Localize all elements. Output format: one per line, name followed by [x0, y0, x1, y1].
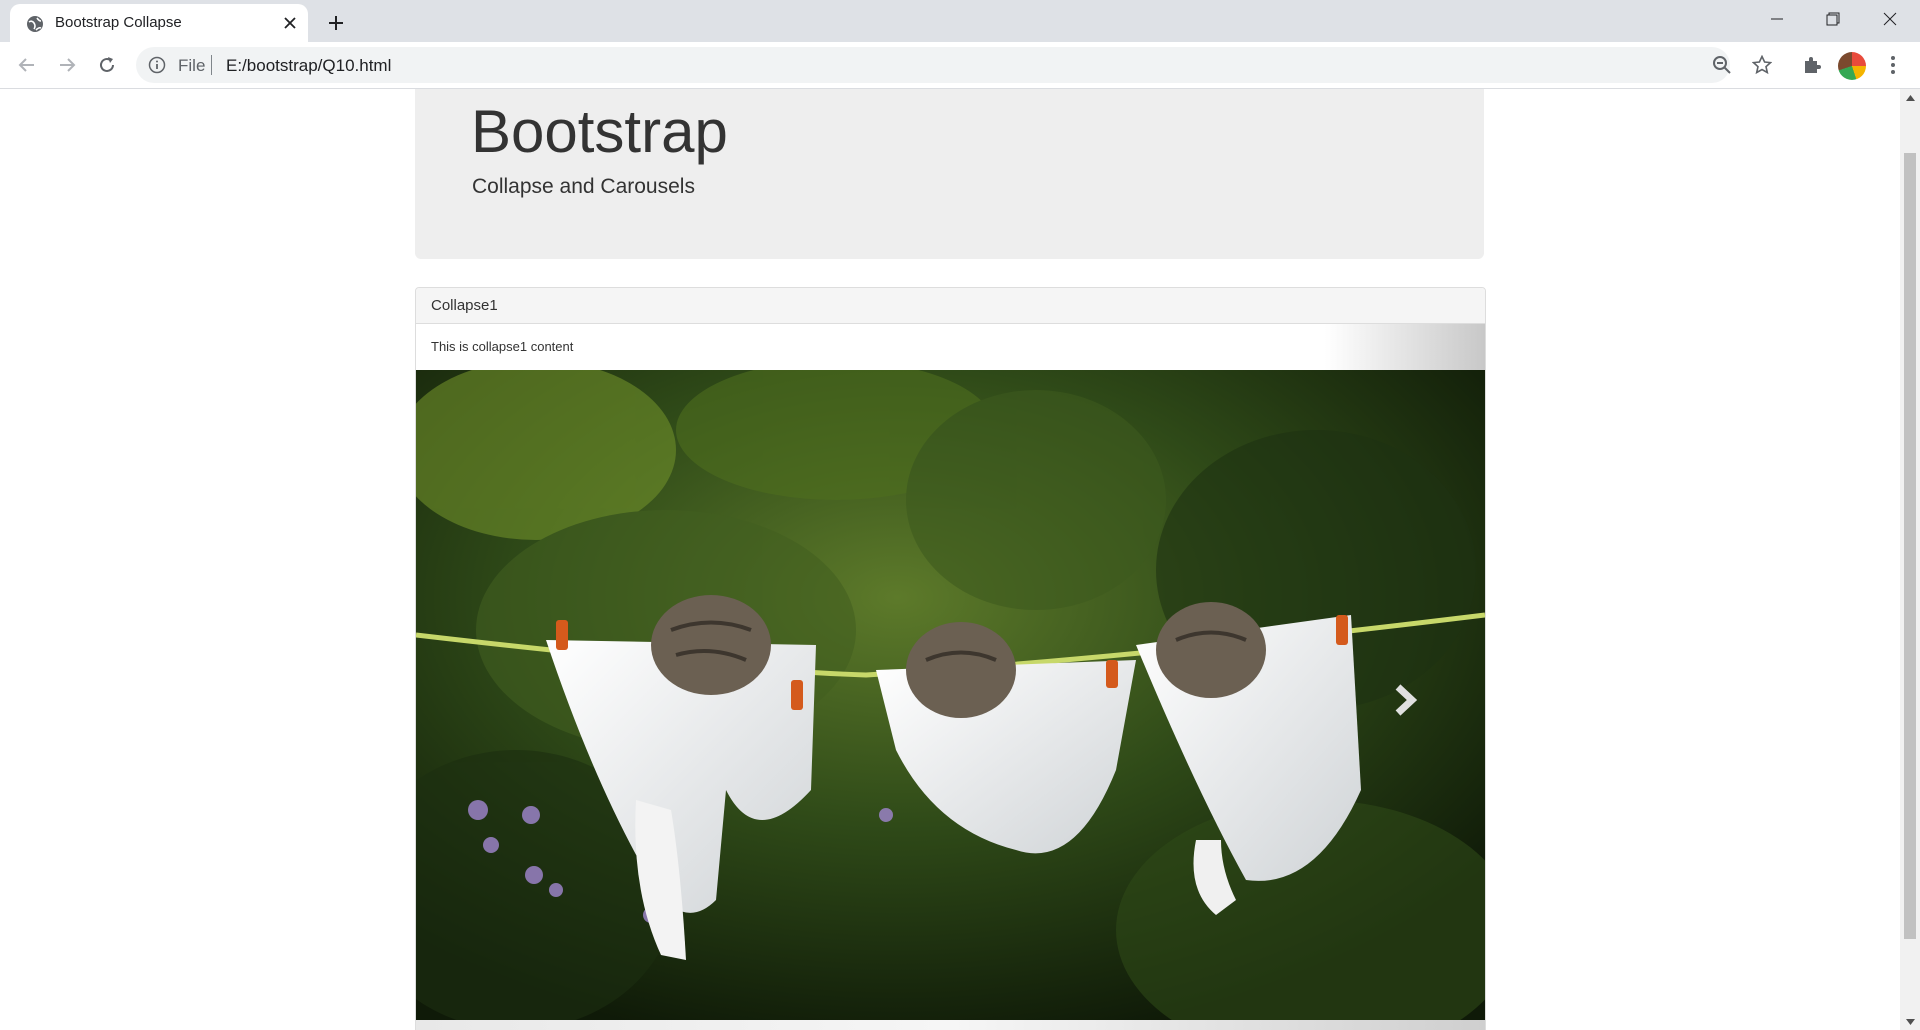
jumbotron: Bootstrap Collapse and Carousels [415, 89, 1484, 259]
carousel [416, 370, 1485, 1020]
profile-avatar[interactable] [1838, 52, 1866, 80]
panel-body: This is collapse1 content [416, 324, 1485, 370]
reload-icon [100, 57, 114, 72]
forward-icon [60, 58, 76, 72]
restore-icon [1826, 12, 1840, 26]
page-subtitle: Collapse and Carousels [472, 175, 695, 198]
panel-heading[interactable]: Collapse1 [416, 288, 1485, 324]
scroll-down-arrow-icon[interactable] [1900, 1013, 1920, 1030]
url-text[interactable]: E:/bootstrap/Q10.html [226, 56, 391, 76]
plus-icon [329, 16, 343, 30]
extensions-icon[interactable] [1796, 49, 1828, 81]
new-tab-button[interactable] [322, 9, 350, 37]
kittens-image [416, 370, 1485, 1020]
star-icon[interactable] [1746, 49, 1778, 81]
globe-icon [26, 15, 44, 33]
scroll-up-arrow-icon[interactable] [1900, 89, 1920, 106]
vertical-scrollbar[interactable] [1900, 89, 1920, 1030]
tab-title: Bootstrap Collapse [55, 14, 182, 31]
reload-button[interactable] [91, 49, 123, 81]
browser-toolbar: File E:/bootstrap/Q10.html [0, 42, 1920, 89]
close-window-icon [1883, 12, 1897, 26]
chevron-right-icon [1395, 684, 1418, 716]
page-title: Bootstrap [471, 98, 728, 165]
collapse-panel: Collapse1 This is collapse1 content [415, 287, 1486, 1030]
url-separator [211, 55, 212, 75]
minimize-button[interactable] [1749, 0, 1805, 38]
back-icon [18, 58, 34, 72]
active-tab[interactable]: Bootstrap Collapse [10, 4, 308, 42]
minimize-icon [1771, 18, 1783, 20]
carousel-next-button[interactable] [1385, 670, 1425, 730]
close-window-button[interactable] [1862, 0, 1918, 38]
menu-icon[interactable] [1877, 49, 1909, 81]
address-bar[interactable]: File E:/bootstrap/Q10.html [136, 47, 1730, 83]
carousel-footer-strip [416, 1020, 1485, 1030]
panel-content-text: This is collapse1 content [431, 339, 574, 354]
forward-button[interactable] [51, 49, 83, 81]
zoom-icon[interactable] [1706, 49, 1738, 81]
info-icon[interactable] [148, 56, 166, 74]
scrollbar-thumb[interactable] [1904, 153, 1916, 939]
collapse1-toggle[interactable]: Collapse1 [431, 297, 498, 314]
page-viewport: Bootstrap Collapse and Carousels Collaps… [0, 89, 1900, 1030]
back-button[interactable] [11, 49, 43, 81]
url-scheme: File [178, 56, 206, 75]
restore-button[interactable] [1805, 0, 1861, 38]
close-icon[interactable] [280, 13, 300, 33]
tab-strip: Bootstrap Collapse [0, 0, 1920, 42]
